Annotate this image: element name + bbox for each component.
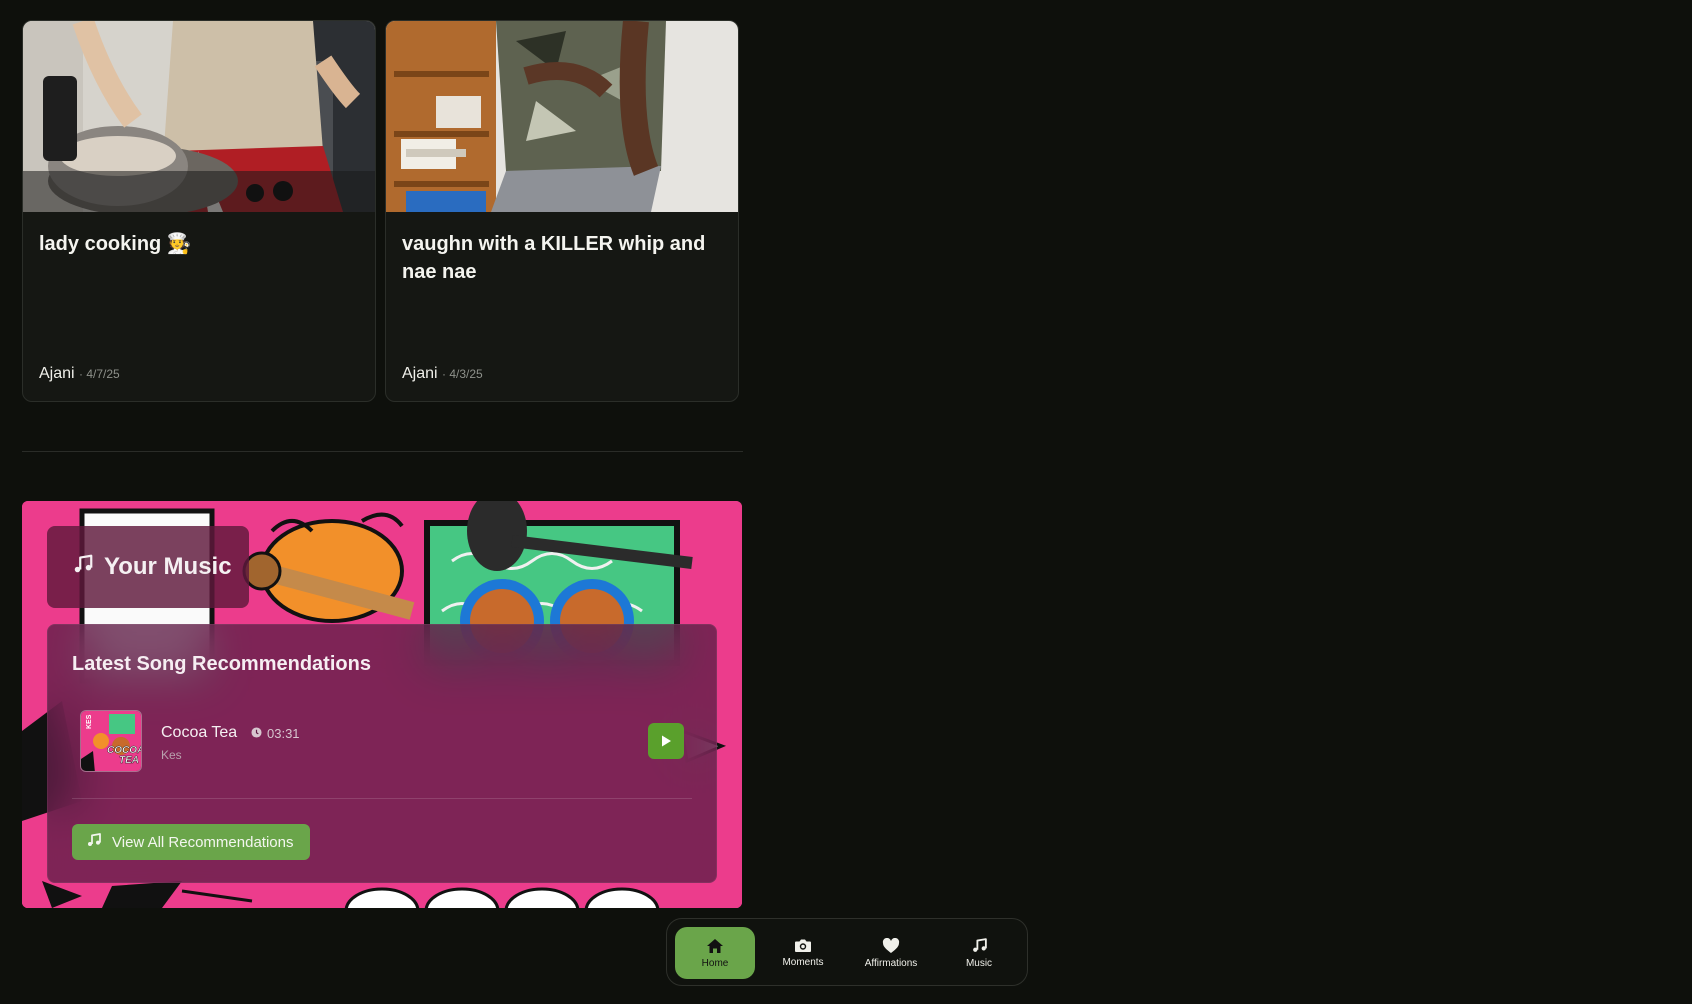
bottom-nav: Home Moments Affirmations Music xyxy=(666,918,1028,986)
nav-moments[interactable]: Moments xyxy=(763,927,843,979)
moment-thumbnail[interactable] xyxy=(386,21,738,212)
song-cover-art: COCOA TEA KES xyxy=(80,710,142,772)
song-title: Cocoa Tea xyxy=(161,724,238,741)
moment-card[interactable]: lady cooking 🧑‍🍳 Ajani · 4/7/25 xyxy=(22,20,376,402)
song-duration: 03:31 xyxy=(251,726,300,741)
nav-music-label: Music xyxy=(965,958,993,969)
recommendations-panel: Latest Song Recommendations COCOA TEA KE… xyxy=(47,624,717,883)
cover-text-artist: KES xyxy=(86,714,93,729)
moment-author: Ajani xyxy=(402,365,438,382)
clock-icon xyxy=(251,726,262,741)
song-row[interactable]: COCOA TEA KES Cocoa Tea 03:31 Kes xyxy=(80,710,684,772)
moment-title: lady cooking 🧑‍🍳 xyxy=(39,233,192,255)
recommendations-title: Latest Song Recommendations xyxy=(72,653,371,675)
nav-moments-label: Moments xyxy=(782,957,824,968)
nav-affirmations[interactable]: Affirmations xyxy=(851,927,931,979)
nav-affirmations-label: Affirmations xyxy=(864,957,918,969)
your-music-title: Your Music xyxy=(104,553,232,580)
music-note-icon xyxy=(972,938,987,952)
moment-meta: Ajani · 4/3/25 xyxy=(402,365,483,383)
moment-author: Ajani xyxy=(39,365,75,382)
moment-date: · 4/3/25 xyxy=(442,367,483,381)
play-icon xyxy=(662,735,671,747)
moment-card[interactable]: vaughn with a KILLER whip and nae nae Aj… xyxy=(385,20,739,402)
your-music-section: Your Music Latest Song Recommendations C… xyxy=(22,501,742,908)
song-duration-text: 03:31 xyxy=(267,726,300,741)
camera-icon xyxy=(795,939,811,952)
view-all-recommendations-button[interactable]: View All Recommendations xyxy=(72,824,310,860)
nav-music[interactable]: Music xyxy=(939,927,1019,979)
home-icon xyxy=(707,938,723,953)
moment-date: · 4/7/25 xyxy=(79,367,120,381)
play-button[interactable] xyxy=(648,723,684,759)
nav-home-label: Home xyxy=(701,957,729,969)
music-note-icon xyxy=(72,553,94,582)
music-note-icon xyxy=(86,832,102,852)
nav-home[interactable]: Home xyxy=(675,927,755,979)
moment-title: vaughn with a KILLER whip and nae nae xyxy=(402,233,706,283)
recommendations-divider xyxy=(72,798,692,799)
moment-thumbnail[interactable] xyxy=(23,21,375,212)
section-divider xyxy=(22,451,743,452)
song-artist: Kes xyxy=(161,748,182,762)
view-all-label: View All Recommendations xyxy=(112,833,294,851)
cover-text-tea: TEA xyxy=(119,755,139,766)
heart-icon xyxy=(882,937,900,953)
your-music-header: Your Music xyxy=(47,526,249,608)
moment-meta: Ajani · 4/7/25 xyxy=(39,365,120,383)
moments-list: lady cooking 🧑‍🍳 Ajani · 4/7/25 xyxy=(22,20,739,402)
